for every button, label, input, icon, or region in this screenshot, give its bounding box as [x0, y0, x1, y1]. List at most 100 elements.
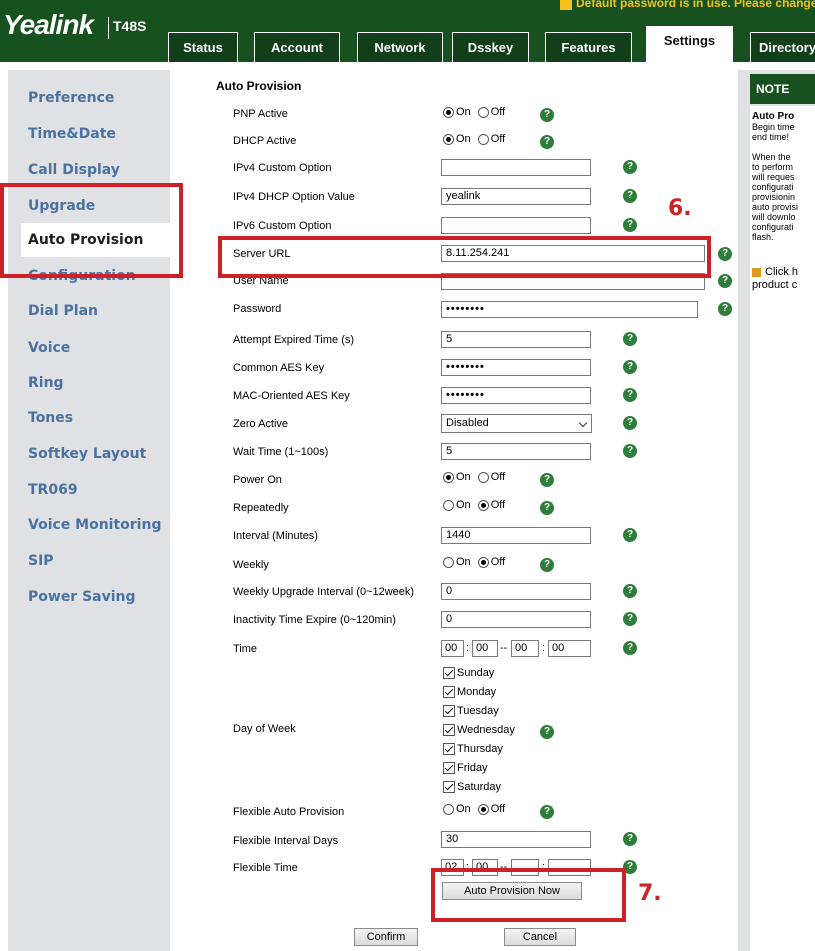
repeatedly-off-radio[interactable]	[477, 499, 489, 511]
sidebar-item-dial-plan[interactable]: Dial Plan	[28, 303, 98, 319]
sidebar-item-call-display[interactable]: Call Display	[28, 162, 120, 178]
sidebar-item-preference[interactable]: Preference	[28, 90, 114, 106]
sidebar-item-tr069[interactable]: TR069	[28, 482, 78, 498]
weekly-off-radio[interactable]	[477, 556, 489, 568]
mac-oriented-aes-key-help-icon[interactable]: ?	[623, 388, 637, 402]
time-start-hour-input[interactable]: 00	[441, 640, 464, 657]
time-end-hour-input[interactable]: 00	[511, 640, 539, 657]
flexible-auto-provision-on-radio[interactable]	[443, 803, 454, 815]
day-checkbox-sunday[interactable]: Sunday	[443, 667, 494, 683]
ipv6-custom-option-input[interactable]	[441, 217, 591, 234]
weekly-upgrade-interval-help-icon[interactable]: ?	[623, 584, 637, 598]
flexible-interval-days-input[interactable]: 30	[441, 831, 591, 848]
tab-network[interactable]: Network	[357, 32, 443, 62]
user-name-help-icon[interactable]: ?	[718, 274, 732, 288]
brand-logo: Yealink	[3, 9, 94, 40]
checkbox[interactable]	[443, 686, 455, 699]
time-colon-separator: :	[542, 642, 546, 654]
dhcp-active-on-radio[interactable]	[443, 133, 454, 145]
pnp-active-on-radio[interactable]	[443, 106, 454, 118]
wait-time-input[interactable]: 5	[441, 443, 591, 460]
day-of-week-help-icon[interactable]: ?	[540, 725, 554, 739]
inactivity-time-expire-input[interactable]: 0	[441, 611, 591, 628]
ipv4-custom-option-help-icon[interactable]: ?	[623, 160, 637, 174]
ipv4-custom-option-input[interactable]	[441, 159, 591, 176]
attempt-expired-time-help-icon[interactable]: ?	[623, 332, 637, 346]
interval-help-icon[interactable]: ?	[623, 528, 637, 542]
tab-features[interactable]: Features	[545, 32, 632, 62]
sidebar-item-power-saving[interactable]: Power Saving	[28, 589, 136, 605]
checkbox[interactable]	[443, 724, 455, 737]
sidebar-item-voice-monitoring[interactable]: Voice Monitoring	[28, 517, 161, 533]
tab-directory[interactable]: Directory	[750, 32, 815, 62]
ipv4-dhcp-option-value-input[interactable]: yealink	[441, 188, 591, 205]
password-input[interactable]: ••••••••	[441, 301, 698, 318]
note-click-link[interactable]: Click h product c	[752, 266, 815, 292]
password-help-icon[interactable]: ?	[718, 302, 732, 316]
repeatedly-help-icon[interactable]: ?	[540, 501, 554, 515]
power-on-help-icon[interactable]: ?	[540, 473, 554, 487]
tab-status[interactable]: Status	[168, 32, 238, 62]
flexible-interval-days-help-icon[interactable]: ?	[623, 832, 637, 846]
weekly-help-icon[interactable]: ?	[540, 558, 554, 572]
flexible-time-label: Flexible Time	[233, 862, 298, 874]
tab-settings[interactable]: Settings	[646, 26, 733, 62]
sidebar-item-time-date[interactable]: Time&Date	[28, 126, 116, 142]
day-checkbox-friday[interactable]: Friday	[443, 762, 488, 778]
inactivity-time-expire-help-icon[interactable]: ?	[623, 612, 637, 626]
sidebar-item-voice[interactable]: Voice	[28, 340, 70, 356]
time-start-minute-input[interactable]: 00	[472, 640, 498, 657]
checkbox[interactable]	[443, 705, 455, 718]
time-help-icon[interactable]: ?	[623, 641, 637, 655]
common-aes-key-input[interactable]: ••••••••	[441, 359, 591, 376]
annotation-box-server-url	[218, 236, 711, 278]
day-checkbox-monday[interactable]: Monday	[443, 686, 496, 702]
weekly-on-radio[interactable]	[443, 556, 454, 568]
sidebar-item-sip[interactable]: SIP	[28, 553, 54, 569]
flexible-auto-provision-help-icon[interactable]: ?	[540, 805, 554, 819]
flexible-auto-provision-off-radio[interactable]	[477, 803, 489, 815]
day-of-week-label: Day of Week	[233, 723, 296, 735]
zero-active-select[interactable]: Disabled	[441, 414, 592, 433]
confirm-button[interactable]: Confirm	[354, 928, 418, 946]
day-checkbox-tuesday[interactable]: Tuesday	[443, 705, 499, 721]
ipv6-custom-option-label: IPv6 Custom Option	[233, 220, 332, 232]
pnp-active-help-icon[interactable]: ?	[540, 108, 554, 122]
dhcp-active-help-icon[interactable]: ?	[540, 135, 554, 149]
ipv4-dhcp-option-value-help-icon[interactable]: ?	[623, 189, 637, 203]
ipv6-custom-option-help-icon[interactable]: ?	[623, 218, 637, 232]
weekly-upgrade-interval-input[interactable]: 0	[441, 583, 591, 600]
interval-input[interactable]: 1440	[441, 527, 591, 544]
sidebar-item-softkey-layout[interactable]: Softkey Layout	[28, 446, 146, 462]
power-on-on-radio[interactable]	[443, 471, 454, 483]
day-checkbox-thursday[interactable]: Thursday	[443, 743, 503, 759]
note-line: flash.	[752, 232, 774, 242]
checkbox[interactable]	[443, 762, 455, 775]
checkbox[interactable]	[443, 667, 455, 680]
wait-time-help-icon[interactable]: ?	[623, 444, 637, 458]
tab-dsskey[interactable]: Dsskey	[452, 32, 529, 62]
tab-account[interactable]: Account	[254, 32, 340, 62]
time-end-minute-input[interactable]: 00	[548, 640, 591, 657]
attempt-expired-time-input[interactable]: 5	[441, 331, 591, 348]
repeatedly-on-radio[interactable]	[443, 499, 454, 511]
right-gutter	[738, 70, 750, 951]
zero-active-help-icon[interactable]: ?	[623, 416, 637, 430]
zero-active-selected-value: Disabled	[446, 417, 489, 429]
checkbox[interactable]	[443, 743, 455, 756]
day-checkbox-wednesday[interactable]: Wednesday	[443, 724, 515, 740]
day-checkbox-saturday[interactable]: Saturday	[443, 781, 501, 797]
common-aes-key-help-icon[interactable]: ?	[623, 360, 637, 374]
mac-oriented-aes-key-input[interactable]: ••••••••	[441, 387, 591, 404]
dhcp-active-off-radio[interactable]	[477, 133, 489, 145]
common-aes-key-label: Common AES Key	[233, 362, 325, 374]
cancel-button[interactable]: Cancel	[504, 928, 576, 946]
sidebar-item-ring[interactable]: Ring	[28, 375, 64, 391]
default-password-warning[interactable]: Default password is in use. Please chang…	[560, 0, 815, 10]
pnp-active-off-radio[interactable]	[477, 106, 489, 118]
power-on-off-radio[interactable]	[477, 471, 489, 483]
sidebar-item-tones[interactable]: Tones	[28, 410, 73, 426]
checkbox[interactable]	[443, 781, 455, 794]
note-line: end time!	[752, 132, 790, 142]
server-url-help-icon[interactable]: ?	[718, 247, 732, 261]
